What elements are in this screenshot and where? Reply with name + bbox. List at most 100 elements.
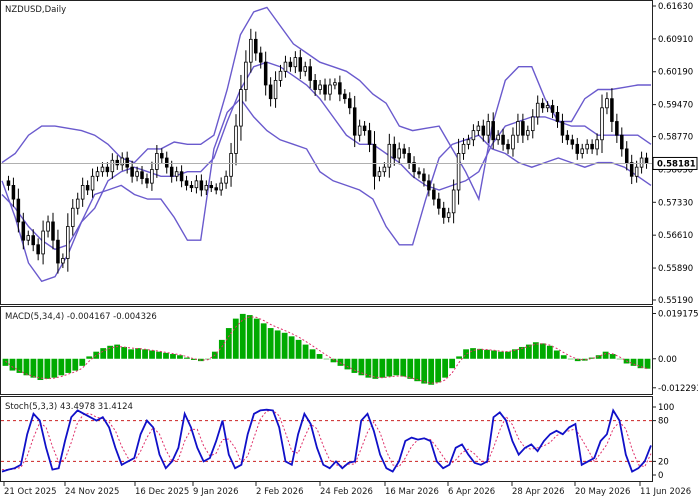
macd-bar	[86, 356, 93, 359]
candle-down	[199, 180, 204, 191]
macd-bar	[58, 358, 65, 376]
candle-up	[496, 134, 500, 141]
candle-up	[461, 143, 466, 154]
candle-down	[164, 157, 169, 168]
macd-bar	[546, 345, 553, 359]
candle-down	[620, 134, 624, 150]
macd-bar	[253, 318, 260, 359]
macd-bar	[246, 315, 253, 359]
candle-down	[16, 198, 21, 223]
candle-up	[155, 153, 159, 170]
candle-up	[397, 148, 401, 159]
macd-tick-label: 0.019175	[658, 309, 698, 319]
candle-up	[328, 84, 332, 95]
candle-up	[283, 61, 288, 72]
macd-bar	[79, 358, 86, 366]
candle-up	[194, 180, 199, 189]
macd-bar	[281, 332, 288, 359]
candle-down	[441, 207, 446, 218]
candle-down	[644, 157, 649, 164]
macd-bar	[630, 358, 637, 366]
candle-down	[258, 52, 263, 63]
candle-down	[555, 111, 560, 122]
candle-down	[105, 166, 110, 173]
price-tick-label: 0.58770	[658, 133, 693, 143]
macd-bar	[616, 358, 623, 360]
candle-up	[466, 139, 471, 145]
candle-down	[21, 221, 26, 241]
candle-up	[600, 107, 604, 141]
candle-down	[481, 125, 486, 136]
candle-down	[288, 61, 293, 68]
candle-up	[100, 166, 105, 173]
macd-bar	[274, 330, 281, 359]
candle-down	[437, 198, 441, 209]
price-tick-label: 0.55190	[658, 296, 693, 306]
price-chart-title: NZDUSD,Daily	[5, 5, 66, 15]
candle-down	[540, 102, 545, 109]
candle-up	[535, 102, 540, 118]
candle-up	[516, 121, 520, 136]
candle-up	[135, 171, 139, 177]
macd-bar	[44, 358, 51, 379]
x-tick-label: 6 Apr 2026	[448, 487, 495, 497]
candle-down	[254, 38, 258, 54]
macd-bar	[156, 351, 162, 359]
candle-down	[417, 171, 421, 175]
macd-chart-title: MACD(5,34,4) -0.004167 -0.004326	[5, 312, 157, 322]
candle-down	[11, 185, 16, 200]
price-tick-label: 0.60910	[658, 35, 693, 45]
macd-bar	[288, 336, 295, 359]
candle-down	[169, 166, 174, 177]
candle-down	[347, 98, 352, 109]
macd-bar	[295, 339, 302, 359]
macd-bar	[302, 344, 309, 359]
candle-up	[204, 185, 209, 191]
macd-bar	[644, 358, 651, 369]
macd-bar	[567, 358, 574, 360]
candle-up	[90, 175, 95, 191]
macd-bar	[170, 354, 176, 359]
macd-bar	[407, 358, 414, 379]
stoch-chart-title: Stoch(5,3,3) 43.4978 31.4124	[5, 402, 133, 412]
candle-down	[6, 180, 11, 186]
macd-bar	[128, 349, 134, 359]
candle-down	[372, 143, 377, 177]
candle-up	[219, 182, 223, 191]
candle-down	[362, 125, 367, 132]
candle-down	[367, 130, 372, 145]
candle-up	[46, 221, 50, 232]
candle-down	[629, 162, 634, 177]
candle-down	[610, 98, 614, 122]
macd-tick-label: 0.00	[658, 355, 677, 365]
candle-up	[239, 89, 243, 127]
candle-up	[71, 207, 75, 227]
candle-down	[125, 157, 129, 168]
x-tick-label: 24 Nov 2025	[65, 487, 119, 497]
candle-up	[446, 212, 451, 218]
candle-up	[66, 226, 70, 259]
candle-up	[531, 116, 535, 132]
macd-bar	[602, 351, 609, 359]
current-price-label: 0.58181	[657, 159, 696, 169]
candle-down	[31, 235, 35, 246]
candle-down	[323, 84, 327, 95]
candle-down	[506, 143, 510, 150]
price-tick-label: 0.56610	[658, 231, 693, 241]
candle-up	[580, 148, 584, 154]
candle-down	[160, 153, 164, 159]
candle-up	[61, 258, 65, 264]
candle-up	[318, 84, 322, 90]
candle-up	[278, 70, 283, 81]
candle-down	[352, 107, 357, 136]
candle-up	[511, 134, 515, 150]
macd-bar	[93, 351, 100, 359]
candle-up	[333, 82, 337, 86]
macd-bar	[225, 328, 232, 359]
candle-up	[605, 98, 609, 109]
candle-down	[130, 166, 134, 177]
candle-up	[526, 130, 530, 136]
macd-bar	[463, 349, 469, 359]
candle-down	[268, 84, 273, 100]
candle-up	[486, 121, 491, 136]
